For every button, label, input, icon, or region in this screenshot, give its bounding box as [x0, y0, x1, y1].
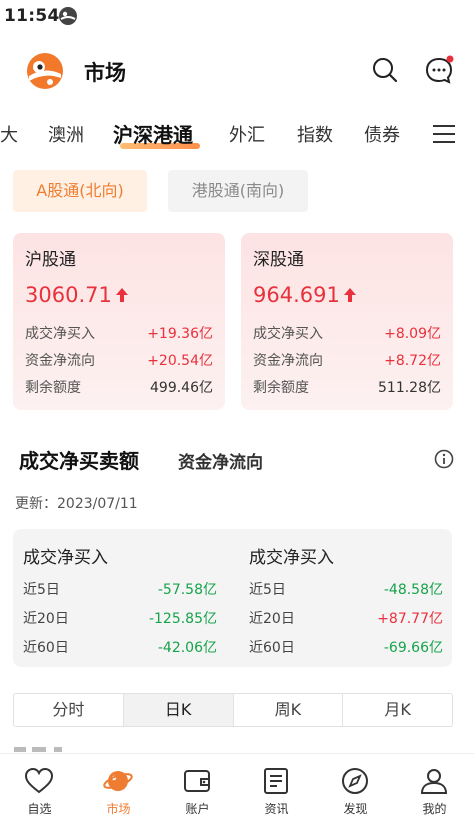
card-title: 沪股通 [25, 250, 76, 270]
nav-discover[interactable]: 发现 [316, 754, 395, 823]
period-row: 近5日 -57.58亿 [23, 582, 217, 598]
period-row: 近20日 -125.85亿 [23, 611, 217, 627]
tab-monthly-k[interactable]: 月K [343, 694, 452, 726]
period-row: 近60日 -42.06亿 [23, 640, 217, 656]
info-icon[interactable] [434, 449, 454, 469]
nav-profile[interactable]: 我的 [395, 754, 474, 823]
tab-connect[interactable]: 沪深港通 [113, 119, 193, 148]
tab-intraday[interactable]: 分时 [14, 694, 124, 726]
user-icon [420, 769, 448, 794]
sh-connect-card[interactable]: 沪股通 3060.71 成交净买入 +19.36亿 资金净流向 +20.54亿 … [13, 233, 225, 410]
card-row: 剩余额度 499.46亿 [25, 380, 213, 396]
up-arrow-icon [343, 288, 356, 302]
direction-tabs: A股通(北向) 港股通(南向) [0, 170, 474, 214]
period-col-sh: 成交净买入 近5日 -57.58亿 近20日 -125.85亿 近60日 -42… [23, 529, 223, 667]
update-date: 更新：2023/07/11 [15, 496, 138, 512]
compass-icon [342, 768, 368, 794]
nav-market[interactable]: 市场 [79, 754, 158, 823]
nav-watchlist[interactable]: 自选 [0, 754, 79, 823]
up-arrow-icon [115, 288, 128, 302]
clipped-content [14, 747, 62, 752]
card-row: 资金净流向 +20.54亿 [25, 353, 213, 369]
card-row: 成交净买入 +8.09亿 [253, 326, 441, 342]
period-col-sz: 成交净买入 近5日 -48.58亿 近20日 +87.77亿 近60日 -69.… [249, 529, 449, 667]
page-title: 市场 [84, 61, 126, 85]
period-row: 近20日 +87.77亿 [249, 611, 443, 627]
tab-southbound[interactable]: 港股通(南向) [168, 170, 308, 212]
menu-icon[interactable] [432, 123, 456, 145]
period-stats-card: 成交净买入 近5日 -57.58亿 近20日 -125.85亿 近60日 -42… [13, 529, 452, 667]
card-title: 深股通 [253, 250, 304, 270]
status-time: 11:54 [4, 6, 60, 26]
kline-period-tabs: 分时 日K 周K 月K [13, 693, 453, 727]
status-bar: 11:54 [0, 0, 474, 34]
heart-icon [24, 767, 54, 794]
period-title: 成交净买入 [23, 548, 108, 568]
news-icon [264, 768, 288, 794]
message-icon[interactable] [423, 54, 455, 86]
card-row: 资金净流向 +8.72亿 [253, 353, 441, 369]
period-row: 近60日 -69.66亿 [249, 640, 443, 656]
app-notification-icon [59, 7, 77, 25]
tab-partial[interactable]: 大 [0, 121, 18, 147]
card-index-value: 964.691 [253, 283, 357, 307]
tab-index[interactable]: 指数 [297, 121, 333, 147]
market-tabs: 大 澳洲 沪深港通 外汇 指数 债券 [0, 110, 474, 160]
sz-connect-card[interactable]: 深股通 964.691 成交净买入 +8.09亿 资金净流向 +8.72亿 剩余… [241, 233, 453, 410]
card-index-value: 3060.71 [25, 283, 129, 307]
tab-net-flow[interactable]: 资金净流向 [178, 448, 263, 473]
tab-forex[interactable]: 外汇 [229, 121, 265, 147]
app-header: 市场 [0, 40, 474, 98]
flow-section-tabs: 成交净买卖额 资金净流向 [0, 440, 474, 480]
period-title: 成交净买入 [249, 548, 334, 568]
tab-weekly-k[interactable]: 周K [234, 694, 344, 726]
card-row: 剩余额度 511.28亿 [253, 380, 441, 396]
wallet-icon [184, 770, 210, 792]
tab-northbound[interactable]: A股通(北向) [13, 170, 147, 212]
tab-australia[interactable]: 澳洲 [48, 121, 84, 147]
bottom-nav: 自选 市场 账户 资讯 发现 我的 [0, 753, 474, 823]
search-icon[interactable] [372, 57, 398, 83]
tab-net-trade[interactable]: 成交净买卖额 [19, 445, 139, 474]
nav-account[interactable]: 账户 [158, 754, 237, 823]
tab-bonds[interactable]: 债券 [364, 121, 400, 147]
planet-icon [103, 771, 133, 791]
tab-daily-k[interactable]: 日K [123, 694, 234, 726]
nav-news[interactable]: 资讯 [237, 754, 316, 823]
card-row: 成交净买入 +19.36亿 [25, 326, 213, 342]
app-logo-icon [27, 53, 63, 89]
period-row: 近5日 -48.58亿 [249, 582, 443, 598]
